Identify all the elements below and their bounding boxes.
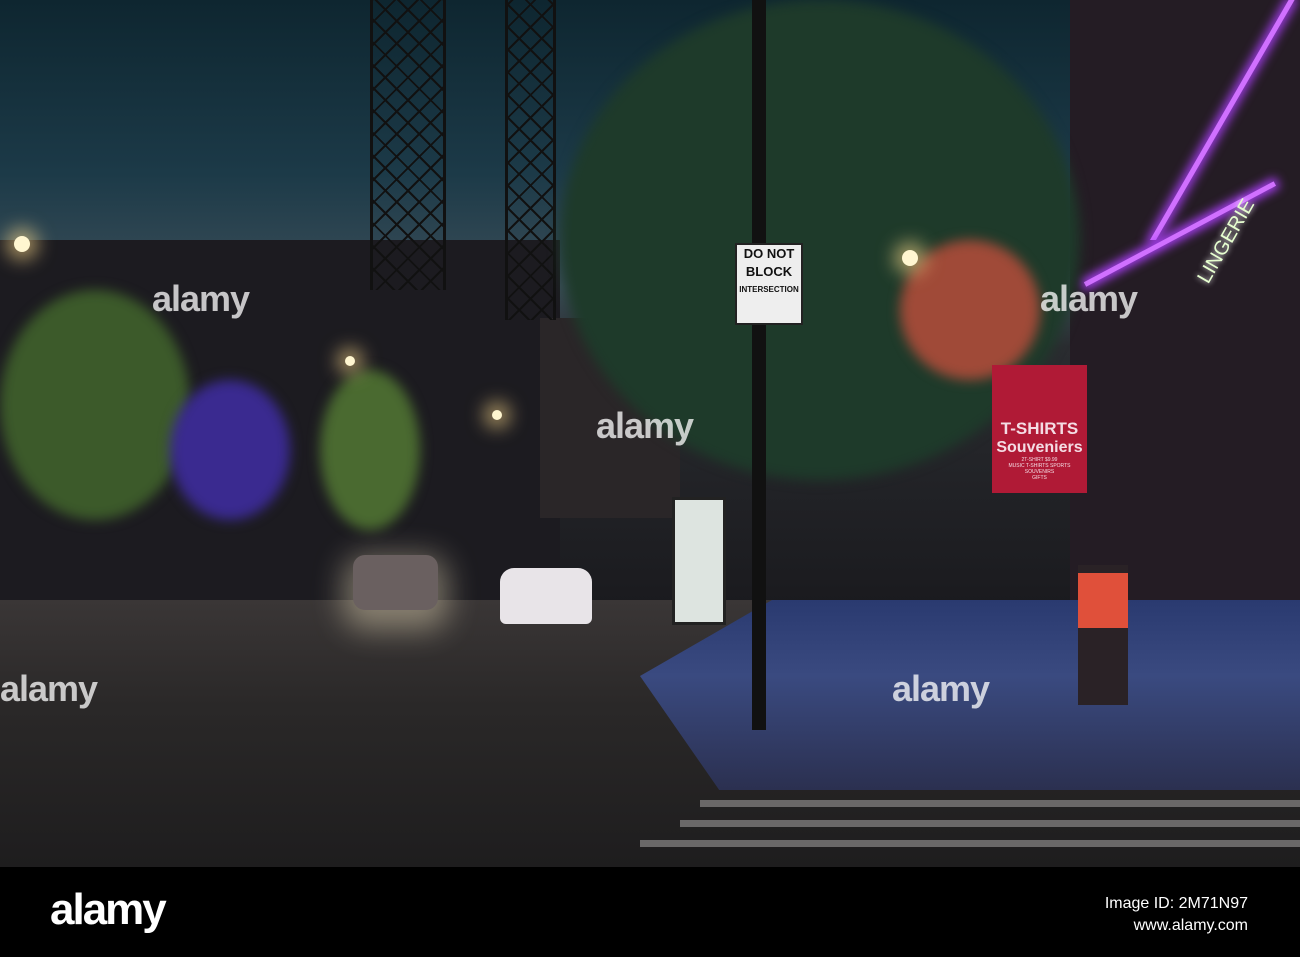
site-url: www.alamy.com (1133, 917, 1248, 934)
pole (752, 0, 766, 730)
footer-bar: alamy Image ID: 2M71N97 www.alamy.com (0, 867, 1300, 957)
crosswalk (700, 800, 1300, 807)
tshirt-shop-awning: T-SHIRTS Souveniers 2T-SHIRT $9.99 MUSIC… (992, 365, 1087, 493)
car (353, 555, 438, 610)
radio-tower (370, 0, 446, 290)
awning-subtitle: Souveniers (996, 439, 1083, 456)
crosswalk (640, 840, 1300, 847)
watermark: alamy (0, 668, 98, 709)
footer-logo: alamy (50, 885, 167, 934)
watermark: alamy (152, 278, 250, 319)
watermark: alamy (892, 668, 990, 709)
image-id: Image ID: 2M71N97 (1104, 895, 1248, 912)
street-lamp (492, 410, 502, 420)
tree (320, 370, 420, 530)
street-lamp (902, 250, 918, 266)
sign-line: DO NOT (743, 246, 795, 261)
car (500, 568, 592, 624)
worker (1078, 565, 1128, 705)
awning-title: T-SHIRTS (1000, 419, 1079, 438)
awning-line: GIFTS (1032, 475, 1047, 481)
tree (0, 290, 190, 520)
watermark: alamy (596, 405, 694, 446)
street-scene: LINGERIE DO NOT BLOCK INTERSECTION T-SHI… (0, 0, 1300, 867)
street-lamp (14, 236, 30, 252)
tree (170, 380, 290, 520)
sign-line: INTERSECTION (739, 285, 799, 294)
sign-line: BLOCK (745, 264, 793, 279)
bus-stop-ad (672, 497, 726, 625)
radio-tower (505, 0, 556, 320)
do-not-block-sign: DO NOT BLOCK INTERSECTION (735, 243, 803, 325)
crosswalk (680, 820, 1300, 827)
watermark: alamy (1040, 278, 1138, 319)
tree (900, 240, 1040, 380)
street-lamp (345, 356, 355, 366)
